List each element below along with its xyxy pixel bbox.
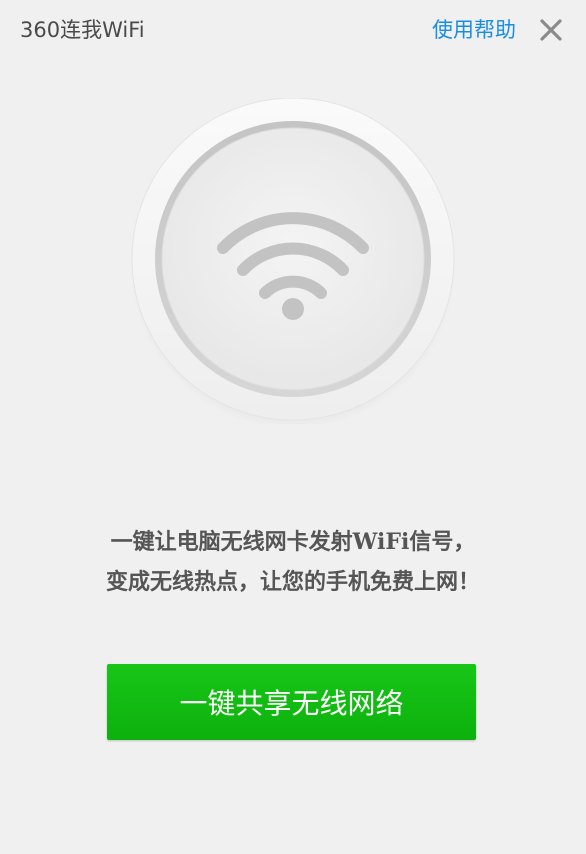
share-network-button[interactable]: 一键共享无线网络 xyxy=(107,664,476,740)
app-window: 360连我WiFi 使用帮助 一键让电脑无线网卡发射WiFi信号， 变成无线热点… xyxy=(0,0,586,854)
info-message-line-2: 变成无线热点，让您的手机免费上网！ xyxy=(105,569,480,595)
wifi-hero-graphic xyxy=(130,97,456,429)
close-icon xyxy=(540,19,562,41)
window-title: 360连我WiFi xyxy=(20,18,145,42)
info-message: 一键让电脑无线网卡发射WiFi信号， 变成无线热点，让您的手机免费上网！ xyxy=(0,522,586,602)
info-message-line-1: 一键让电脑无线网卡发射WiFi信号， xyxy=(110,529,476,555)
close-button[interactable] xyxy=(536,15,566,45)
help-link[interactable]: 使用帮助 xyxy=(432,16,516,44)
wifi-hero xyxy=(130,97,456,429)
